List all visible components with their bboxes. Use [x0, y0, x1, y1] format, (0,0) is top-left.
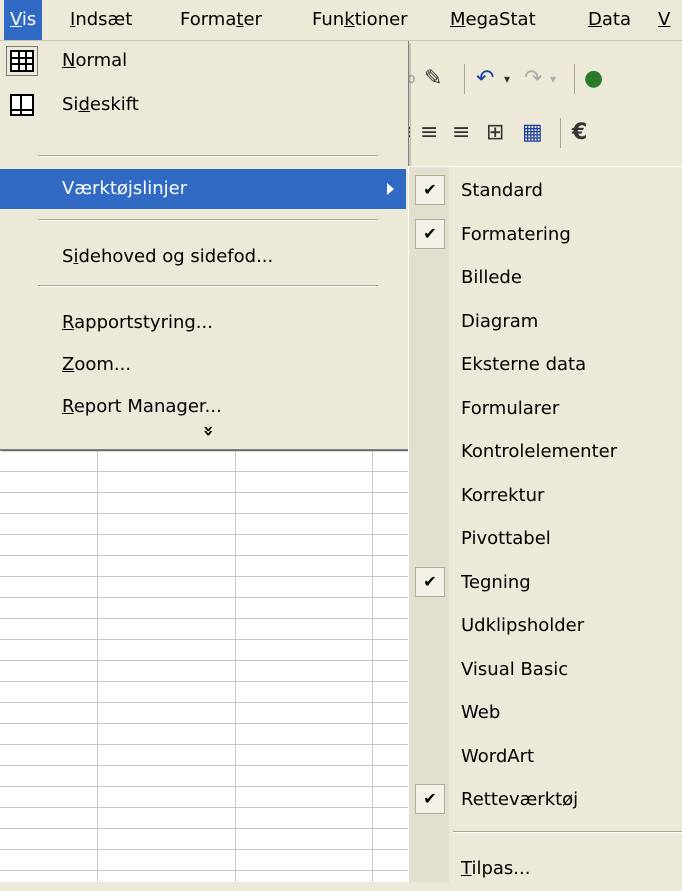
menu-item-label: Web — [461, 702, 501, 723]
spreadsheet-grid[interactable] — [0, 450, 410, 882]
menu-item-normal[interactable]: Normal — [0, 41, 406, 81]
menu-item-toolbar[interactable]: ✔ Retteværktøj — [409, 778, 682, 822]
menu-vis[interactable]: Vis — [4, 0, 43, 40]
paintbrush-icon[interactable]: ✎ — [424, 64, 442, 94]
globe-icon[interactable]: ● — [584, 64, 603, 94]
menu-separator — [38, 219, 378, 221]
align-center-icon[interactable]: ≡ — [420, 118, 438, 148]
checkmark-icon: ✔ — [415, 218, 445, 249]
menu-item-label: Pivottabel — [461, 528, 551, 549]
menu-item-label: Værktøjslinjer — [62, 178, 188, 199]
menu-item-label: Sidehoved og sidefod... — [62, 246, 274, 267]
menu-item-label: Visual Basic — [461, 658, 569, 680]
menu-item-toolbar[interactable]: Kontrolelementer — [409, 430, 682, 474]
toolbar-separator — [464, 64, 465, 94]
undo-dropdown-icon[interactable]: ▾ — [504, 64, 510, 94]
merge-center-icon[interactable]: ⊞ — [486, 118, 504, 148]
menu-item-toolbar[interactable]: Korrektur — [409, 474, 682, 518]
toolbar-separator — [574, 64, 575, 94]
align-right-icon[interactable]: ≡ — [452, 118, 470, 148]
menu-item-toolbar[interactable]: Pivottabel — [409, 517, 682, 561]
menu-item-label: Udklipsholder — [461, 615, 585, 636]
menu-item-toolbar[interactable]: ✔ Standard — [409, 169, 682, 213]
menu-item-label: Billede — [461, 267, 522, 288]
menu-separator — [453, 831, 682, 833]
checkmark-icon: ✔ — [415, 566, 445, 597]
menu-item-label: Eksterne data — [461, 354, 587, 375]
menu-data[interactable]: Data — [582, 0, 637, 40]
menu-item-tilpas[interactable]: Tilpas... — [409, 847, 682, 891]
menu-item-label: Retteværktøj — [461, 789, 579, 810]
expand-menu-chevron-icon[interactable]: » — [198, 421, 219, 441]
menu-item-label: Tilpas... — [461, 858, 531, 879]
menu-item-toolbar[interactable]: Diagram — [409, 300, 682, 344]
undo-icon[interactable]: ↶ — [476, 64, 494, 94]
menu-item-label: Formularer — [461, 397, 560, 419]
standard-toolbar: ab ✎ ↶ ▾ ↷ ▾ ● — [390, 58, 682, 102]
menu-item-toolbar[interactable]: Billede — [409, 256, 682, 300]
toolbar-separator — [560, 118, 561, 148]
menu-formater[interactable]: Formater — [174, 0, 268, 40]
menu-item-toolbar[interactable]: WordArt — [409, 735, 682, 779]
menu-item-toolbar[interactable]: Udklipsholder — [409, 604, 682, 648]
table-icon[interactable]: ▦ — [522, 118, 543, 148]
menu-item-label: Sideskift — [62, 94, 139, 115]
menu-item-sideskift[interactable]: Sideskift — [0, 85, 406, 125]
checkmark-icon: ✔ — [415, 175, 445, 205]
euro-icon[interactable]: € — [572, 118, 587, 148]
menu-item-rapportstyring[interactable]: Rapportstyring... — [0, 303, 406, 343]
menu-item-label: Formatering — [461, 223, 571, 245]
menu-item-label: Report Manager... — [62, 396, 222, 417]
menu-indsaet[interactable]: Indsæt — [64, 0, 138, 40]
menu-item-vaerktojslinjer[interactable]: Værktøjslinjer — [0, 169, 406, 209]
menu-item-zoom[interactable]: Zoom... — [0, 345, 406, 385]
formatting-toolbar: ≡ ≡ ≡ ⊞ ▦ € — [390, 112, 682, 156]
menu-item-label: Kontrolelementer — [461, 441, 618, 462]
checkmark-icon: ✔ — [415, 784, 445, 814]
submenu-arrow-icon — [387, 183, 394, 195]
menu-item-label: WordArt — [461, 745, 535, 767]
menu-separator — [38, 155, 378, 157]
redo-dropdown-icon[interactable]: ▾ — [550, 64, 556, 94]
menu-megastat[interactable]: MegaStat — [444, 0, 542, 40]
menu-item-label: Korrektur — [461, 484, 545, 506]
menu-item-toolbar[interactable]: ✔ Formatering — [409, 213, 682, 257]
menu-item-toolbar[interactable]: Visual Basic — [409, 648, 682, 692]
menu-item-toolbar[interactable]: Eksterne data — [409, 343, 682, 387]
menu-item-label: Diagram — [461, 310, 539, 332]
menu-item-label: Rapportstyring... — [62, 312, 213, 333]
menu-item-label: Normal — [62, 50, 128, 71]
redo-icon[interactable]: ↷ — [524, 64, 542, 94]
menu-bar: Vis Indsæt Formater Funktioner MegaStat … — [0, 0, 682, 41]
menu-item-label: Tegning — [461, 571, 531, 593]
menu-item-label: Standard — [461, 180, 543, 201]
menu-separator — [38, 285, 378, 287]
menu-vindue[interactable]: V — [652, 0, 676, 40]
vis-menu: Normal Sideskift Værktøjslinjer Sidehove… — [0, 41, 409, 450]
page-break-icon — [10, 94, 34, 116]
toolbars-submenu: ✔ Standard ✔ Formatering Billede Diagram Ekste… — [408, 166, 682, 882]
menu-item-toolbar[interactable]: ✔ Tegning — [409, 561, 682, 605]
grid-icon — [6, 46, 38, 76]
menu-item-toolbar[interactable]: Formularer — [409, 387, 682, 431]
menu-item-label: Zoom... — [62, 354, 132, 375]
menu-item-sidehoved-sidefod[interactable]: Sidehoved og sidefod... — [0, 237, 406, 277]
menu-item-toolbar[interactable]: Web — [409, 691, 682, 735]
menu-funktioner[interactable]: Funktioner — [306, 0, 414, 40]
